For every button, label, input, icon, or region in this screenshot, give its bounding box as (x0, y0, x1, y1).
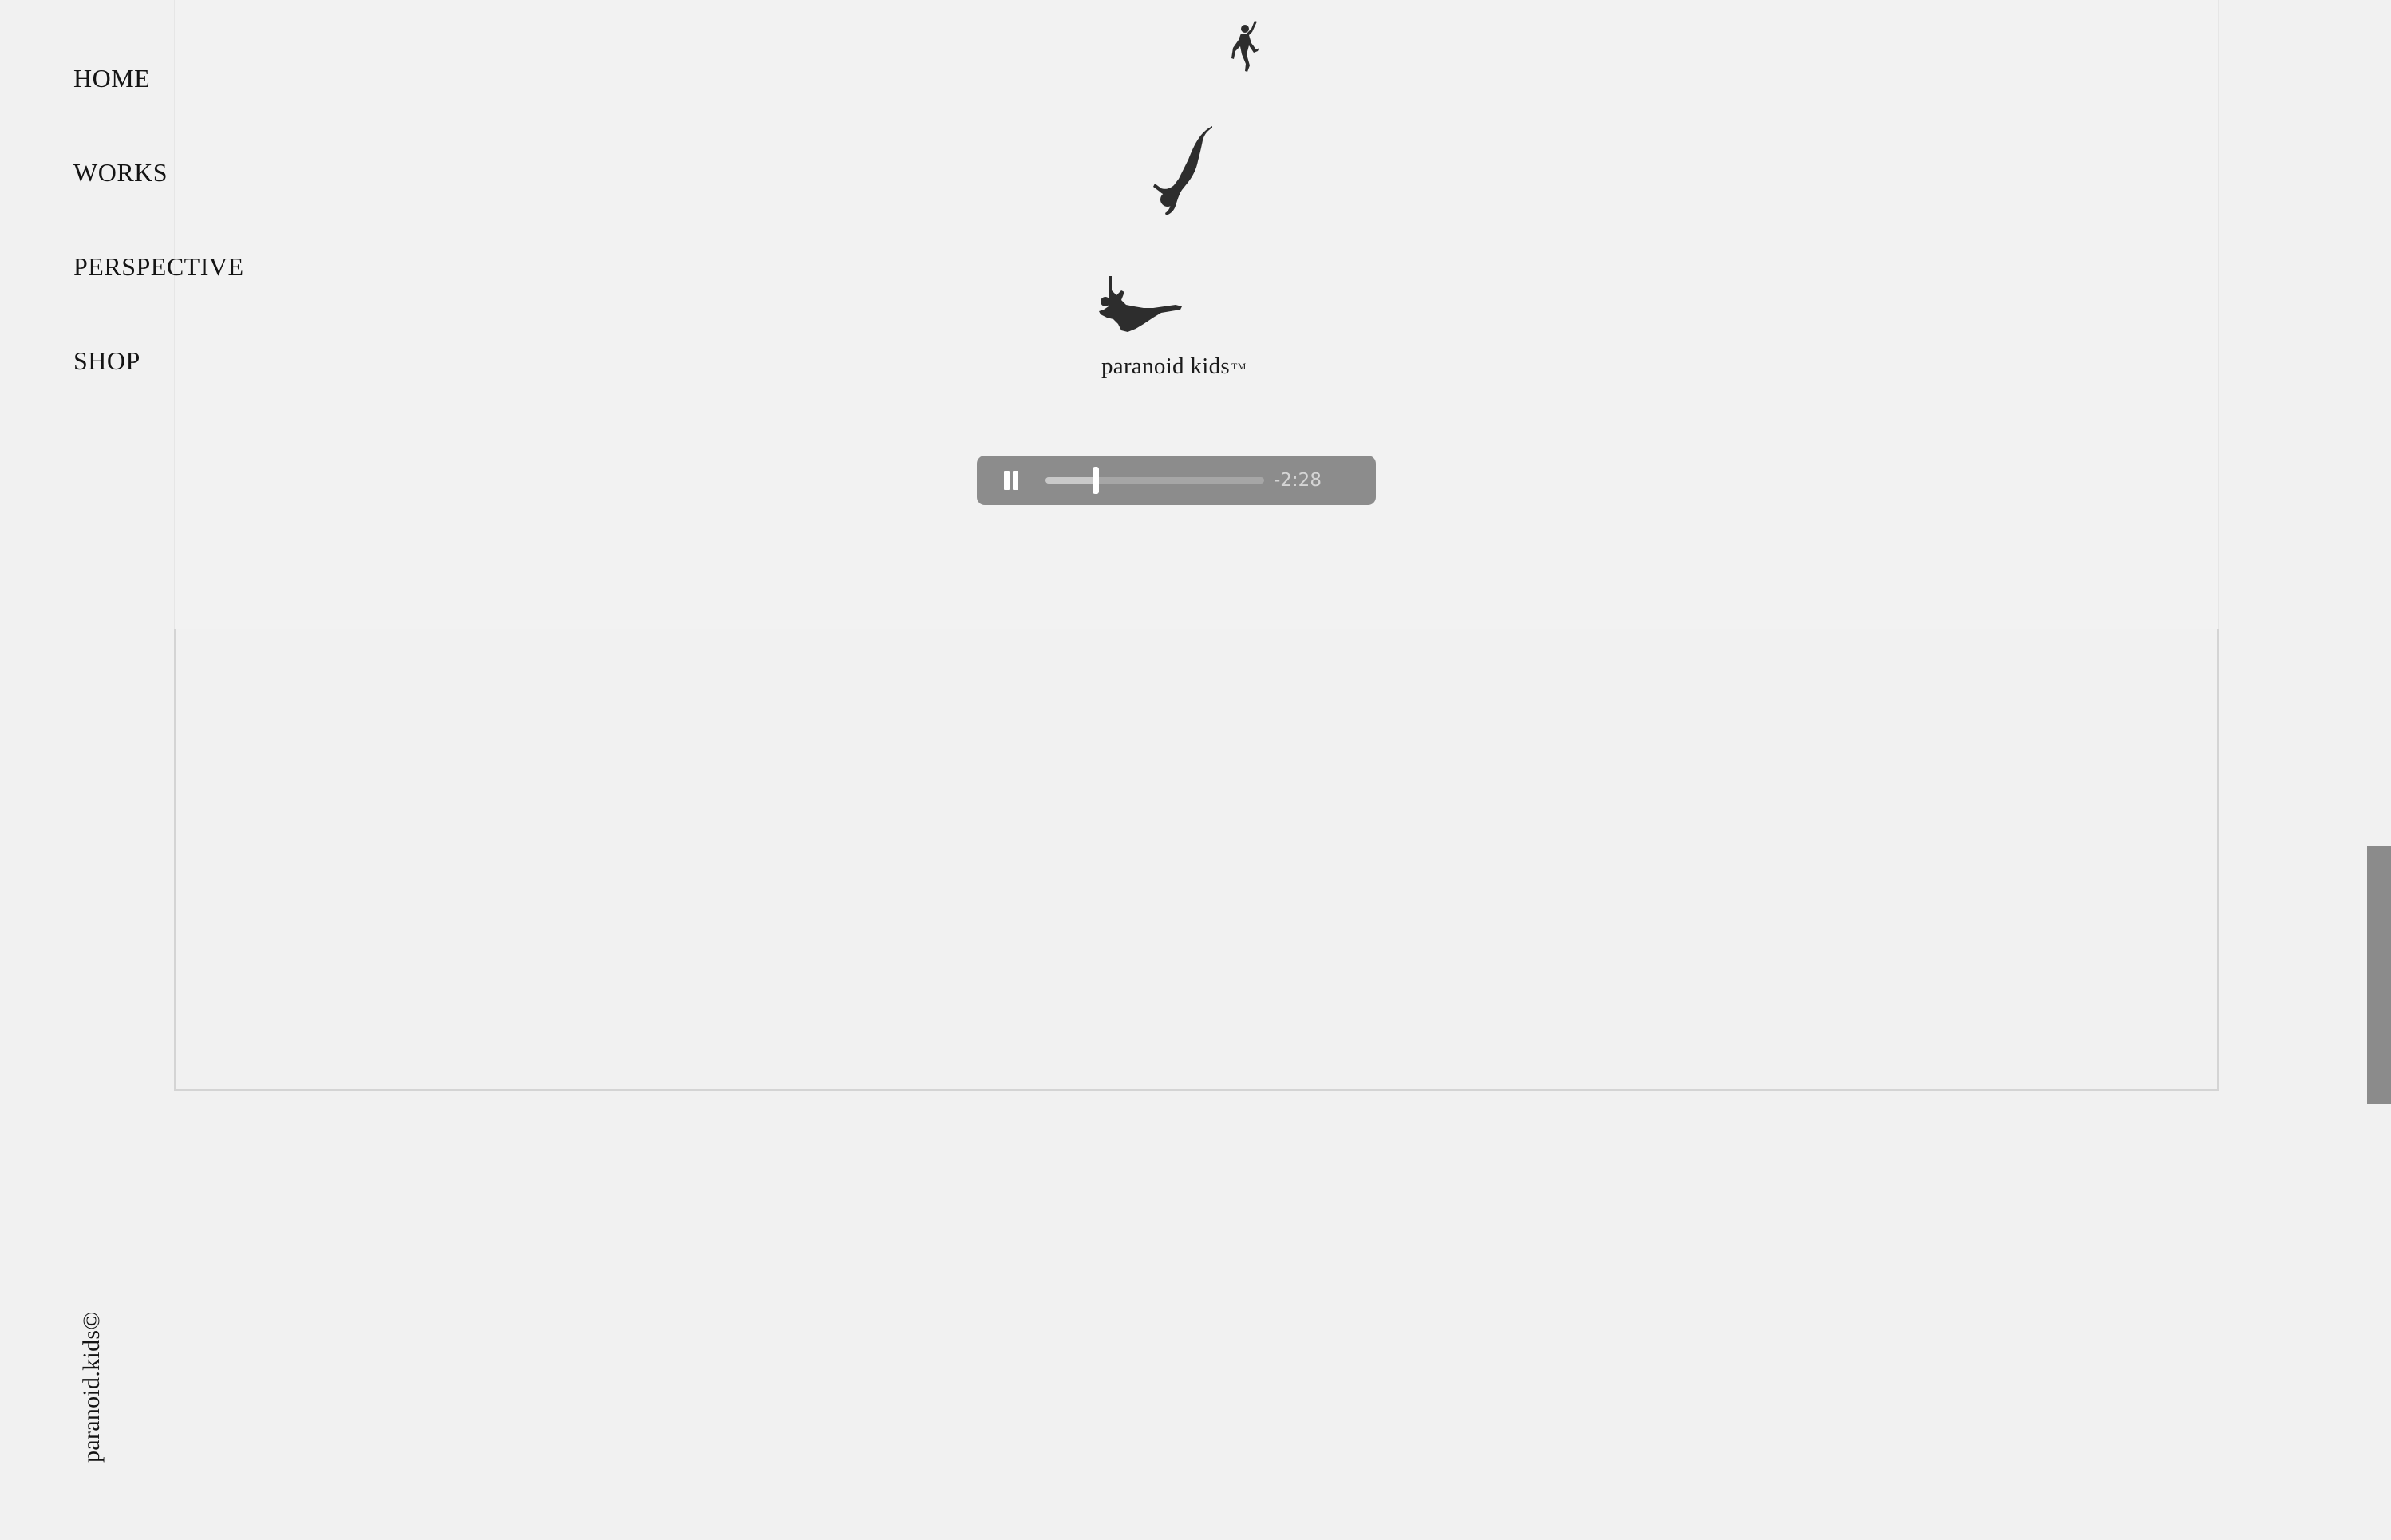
trademark-symbol: TM (1231, 361, 1247, 372)
brand-name: paranoid kids (1101, 353, 1230, 379)
nav-item-shop[interactable]: SHOP (73, 343, 244, 437)
falling-figure-icon (1231, 21, 1259, 72)
reclining-figure-icon (1099, 276, 1182, 332)
progress-slider[interactable] (1045, 467, 1264, 494)
nav-item-perspective[interactable]: PERSPECTIVE (73, 249, 244, 343)
nav-item-works[interactable]: WORKS (73, 155, 244, 249)
hero-panel (174, 0, 2219, 630)
remaining-time: -2:28 (1274, 470, 1322, 491)
diving-figure-icon (1153, 126, 1212, 215)
progress-fill (1045, 477, 1097, 484)
nav-item-home[interactable]: HOME (73, 61, 244, 155)
audio-player: -2:28 (977, 456, 1376, 505)
scrollbar-thumb[interactable] (2367, 846, 2391, 1104)
pause-icon (1004, 471, 1010, 490)
pause-button[interactable] (999, 469, 1025, 492)
brand-wordmark[interactable]: paranoid kids TM (1101, 353, 1247, 380)
progress-thumb[interactable] (1093, 467, 1100, 494)
copyright-text: paranoid.kids© (78, 1311, 105, 1463)
content-frame (174, 629, 2219, 1091)
main-nav: HOME WORKS PERSPECTIVE SHOP (73, 61, 244, 437)
